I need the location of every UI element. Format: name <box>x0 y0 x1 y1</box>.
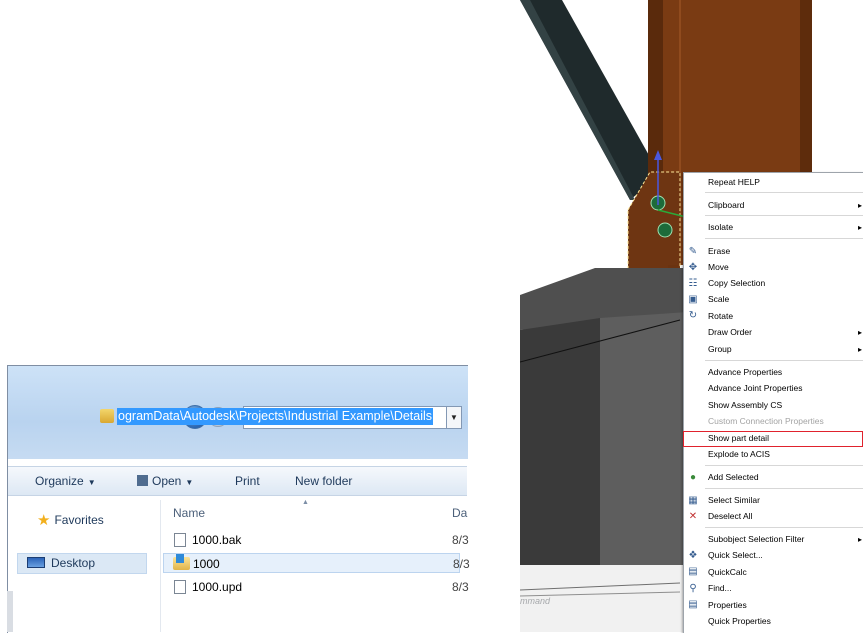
copy-icon: ☷ <box>688 278 698 289</box>
menu-separator <box>705 527 863 528</box>
menu-item-custom-connection-properties: Custom Connection Properties <box>708 416 824 426</box>
menu-item-select-similar[interactable]: Select Similar <box>708 493 760 508</box>
open-label: Open <box>152 474 182 488</box>
submenu-arrow-icon: ▸ <box>858 345 863 354</box>
folder-icon <box>173 554 190 570</box>
open-button[interactable]: Open ▼ <box>137 468 193 495</box>
submenu-arrow-icon: ▸ <box>858 328 863 337</box>
column-date-header[interactable]: Da <box>452 506 467 520</box>
menu-item-group[interactable]: Group <box>708 342 732 357</box>
menu-item-isolate[interactable]: Isolate <box>708 220 733 235</box>
menu-item-find[interactable]: Find... <box>708 581 732 596</box>
menu-item-rotate[interactable]: Rotate <box>708 309 733 324</box>
command-line-label: mmand <box>520 596 551 606</box>
star-icon: ★ <box>37 512 51 529</box>
find-icon: ⚲ <box>689 583 697 594</box>
menu-item-deselect-all[interactable]: Deselect All <box>708 509 752 524</box>
menu-item-explode-to-acis[interactable]: Explode to ACIS <box>708 447 770 462</box>
desktop-icon <box>27 557 45 568</box>
nav-scrollbar[interactable] <box>7 591 13 632</box>
column-name-header[interactable]: Name <box>173 506 205 520</box>
list-item[interactable]: 1000 8/3 <box>163 553 470 573</box>
move-icon: ✥ <box>688 262 698 273</box>
print-button[interactable]: Print <box>235 468 260 495</box>
menu-item-quick-select[interactable]: Quick Select... <box>708 548 763 563</box>
menu-item-quickcalc[interactable]: QuickCalc <box>708 565 747 580</box>
menu-item-advance-joint-properties[interactable]: Advance Joint Properties <box>708 381 803 396</box>
menu-separator <box>705 360 863 361</box>
print-label: Print <box>235 474 260 488</box>
organize-button[interactable]: Organize ▼ <box>35 468 96 495</box>
nav-favorites[interactable]: ★ Favorites <box>37 511 104 529</box>
menu-item-draw-order[interactable]: Draw Order <box>708 325 752 340</box>
submenu-arrow-icon: ▸ <box>858 535 863 544</box>
menu-item-erase[interactable]: Erase <box>708 244 730 259</box>
menu-item-show-assembly-cs[interactable]: Show Assembly CS <box>708 398 782 413</box>
file-date: 8/3 <box>452 580 469 594</box>
menu-item-scale[interactable]: Scale <box>708 292 729 307</box>
calculator-icon: ▤ <box>688 566 698 577</box>
scale-icon: ▣ <box>688 294 698 305</box>
menu-item-properties[interactable]: Properties <box>708 598 747 613</box>
properties-icon: ▤ <box>688 599 698 610</box>
select-similar-icon: ▦ <box>688 495 698 506</box>
menu-separator <box>705 238 863 239</box>
address-dropdown-button[interactable]: ▼ <box>446 406 462 429</box>
chevron-down-icon: ▼ <box>87 478 96 487</box>
favorites-label: Favorites <box>54 513 104 527</box>
address-path-text[interactable]: ogramData\Autodesk\Projects\Industrial E… <box>117 408 434 425</box>
rotate-icon: ↻ <box>688 310 698 321</box>
menu-separator <box>705 215 863 216</box>
sort-indicator-icon: ▲ <box>302 499 309 506</box>
desktop-label: Desktop <box>51 556 96 570</box>
submenu-arrow-icon: ▸ <box>858 223 863 232</box>
new-folder-label: New folder <box>295 474 353 488</box>
menu-item-clipboard[interactable]: Clipboard <box>708 198 744 213</box>
eraser-icon: ✎ <box>688 246 698 257</box>
file-date: 8/3 <box>453 557 470 571</box>
menu-item-quick-properties[interactable]: Quick Properties <box>708 614 771 629</box>
file-name: 1000.bak <box>192 533 242 547</box>
quick-select-icon: ❖ <box>688 550 698 561</box>
column-divider <box>160 500 161 632</box>
menu-separator <box>705 465 863 466</box>
file-name: 1000.upd <box>192 580 243 594</box>
deselect-icon: ✕ <box>688 511 698 522</box>
document-icon <box>174 580 186 594</box>
menu-separator <box>705 192 863 193</box>
nav-desktop[interactable]: Desktop <box>17 553 147 574</box>
new-folder-button[interactable]: New folder <box>295 468 352 495</box>
address-folder-icon <box>100 409 114 423</box>
menu-item-repeat-help[interactable]: Repeat HELP <box>708 175 760 190</box>
menu-item-add-selected[interactable]: Add Selected <box>708 470 759 485</box>
list-item[interactable]: 1000.bak 8/3 <box>163 530 469 550</box>
file-name: 1000 <box>193 557 220 571</box>
file-date: 8/3 <box>452 533 469 547</box>
submenu-arrow-icon: ▸ <box>858 201 863 210</box>
highlight-box <box>683 431 863 447</box>
document-icon <box>174 533 186 547</box>
open-icon <box>137 475 148 486</box>
organize-label: Organize <box>35 474 84 488</box>
chevron-down-icon: ▼ <box>185 478 194 487</box>
list-item[interactable]: 1000.upd 8/3 <box>163 577 469 597</box>
menu-separator <box>705 488 863 489</box>
menu-item-copy-selection[interactable]: Copy Selection <box>708 276 765 291</box>
menu-item-advance-properties[interactable]: Advance Properties <box>708 365 782 380</box>
menu-item-move[interactable]: Move <box>708 260 729 275</box>
menu-item-subobject-selection-filter[interactable]: Subobject Selection Filter <box>708 532 804 547</box>
add-selected-icon: ● <box>689 472 697 483</box>
